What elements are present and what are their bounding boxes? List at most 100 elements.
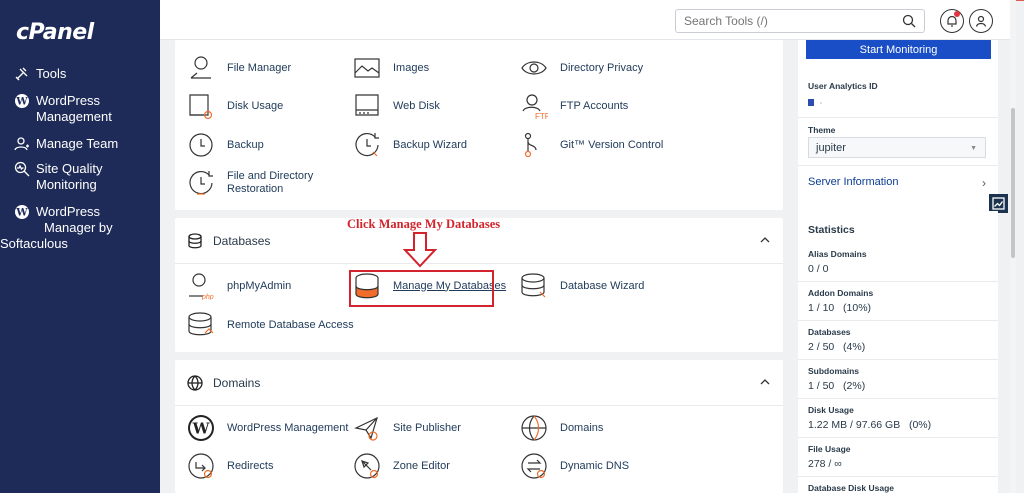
sidebar-item-label: WordPress Management <box>36 93 112 124</box>
stat-addon-domains: Addon Domains 1 / 10 (10%) <box>798 282 998 321</box>
files-section: File Manager Images Directory Privacy Di… <box>175 40 783 210</box>
domains-section: Domains W WordPress Management Site Publ… <box>175 360 783 493</box>
section-title: Domains <box>213 375 261 390</box>
tool-images[interactable]: Images <box>353 54 429 82</box>
theme-select[interactable]: jupiter ▼ <box>808 137 986 158</box>
theme-label: Theme <box>808 125 836 135</box>
stat-disk-usage: Disk Usage 1.22 MB / 97.66 GB (0%) <box>798 399 998 438</box>
user-analytics-value <box>808 99 988 106</box>
tools-icon <box>14 66 30 82</box>
tool-git-version-control[interactable]: Git™ Version Control <box>520 131 663 159</box>
user-menu-button[interactable] <box>969 9 993 33</box>
tool-disk-usage[interactable]: Disk Usage <box>187 92 283 120</box>
wordpress-icon: W <box>187 414 215 442</box>
web-disk-icon <box>353 92 381 120</box>
eye-icon <box>520 54 548 82</box>
tool-remote-database-access[interactable]: Remote Database Access <box>187 311 354 339</box>
wordpress-icon: W <box>14 93 30 109</box>
stat-subdomains: Subdomains 1 / 50 (2%) <box>798 360 998 399</box>
sidebar-item-label: Site Quality Monitoring <box>36 161 103 192</box>
tool-file-directory-restoration[interactable]: File and Directory Restoration <box>187 169 313 197</box>
top-bar <box>160 0 1016 40</box>
down-arrow-icon <box>403 232 437 268</box>
search-input[interactable] <box>684 14 884 28</box>
backup-icon <box>187 131 215 159</box>
sidebar-item-label: Manage Team <box>36 136 119 151</box>
svg-text:W: W <box>15 97 28 108</box>
tool-dynamic-dns[interactable]: Dynamic DNS <box>520 452 629 480</box>
analytics-id-masked <box>820 101 940 104</box>
analytics-tag-icon <box>808 99 814 106</box>
sidebar-item-label: Tools <box>36 66 67 81</box>
redirects-icon <box>187 452 215 480</box>
sidebar-item-site-quality-monitoring[interactable]: Site Quality Monitoring <box>14 161 102 193</box>
svg-text:php: php <box>201 294 214 300</box>
chevron-up-icon[interactable] <box>759 376 771 388</box>
scrollbar-thumb[interactable] <box>1011 108 1015 258</box>
chevron-up-icon[interactable] <box>759 234 771 246</box>
stat-alias-domains: Alias Domains 0 / 0 <box>798 243 998 282</box>
tool-web-disk[interactable]: Web Disk <box>353 92 440 120</box>
disk-usage-icon <box>187 92 215 120</box>
cpanel-logo[interactable]: cPanel <box>16 20 94 45</box>
instruction-annotation: Click Manage My Databases <box>347 217 501 231</box>
sidebar-item-label-continued: Softaculous <box>0 236 68 251</box>
tool-backup[interactable]: Backup <box>187 131 264 159</box>
user-analytics-label: User Analytics ID <box>808 81 878 91</box>
images-icon <box>353 54 381 82</box>
sidebar-item-label: WordPress Manager by <box>36 204 113 235</box>
globe-icon <box>187 374 203 391</box>
git-icon <box>520 131 548 159</box>
phpmyadmin-icon: php <box>187 272 215 300</box>
search-icon[interactable] <box>902 14 916 28</box>
stat-databases: Databases 2 / 50 (4%) <box>798 321 998 360</box>
monitoring-icon <box>14 161 30 177</box>
tool-zone-editor[interactable]: Zone Editor <box>353 452 450 480</box>
domains-icon <box>520 414 548 442</box>
sidebar-item-manage-team[interactable]: Manage Team <box>14 136 118 152</box>
trend-chart-icon <box>992 197 1005 210</box>
team-icon <box>14 136 30 152</box>
svg-text:W: W <box>192 420 211 438</box>
tool-backup-wizard[interactable]: Backup Wizard <box>353 131 467 159</box>
remote-database-icon <box>187 311 215 339</box>
tool-directory-privacy[interactable]: Directory Privacy <box>520 54 643 82</box>
tool-database-wizard[interactable]: Database Wizard <box>520 272 644 300</box>
file-manager-icon <box>187 54 215 82</box>
server-information-link[interactable]: Server Information <box>808 176 898 188</box>
sidebar-item-wordpress-manager-softaculous[interactable]: W WordPress Manager by <box>14 204 113 236</box>
site-publisher-icon <box>353 414 381 442</box>
search-tools-box[interactable] <box>675 9 925 33</box>
stat-file-usage: File Usage 278 / ∞ <box>798 438 998 477</box>
stat-database-disk-usage: Database Disk Usage <box>798 477 998 493</box>
sidebar-item-wordpress-management[interactable]: W WordPress Management <box>14 93 112 125</box>
tool-site-publisher[interactable]: Site Publisher <box>353 414 461 442</box>
zone-editor-icon <box>353 452 381 480</box>
tool-domains[interactable]: Domains <box>520 414 603 442</box>
tool-ftp-accounts[interactable]: FTP FTP Accounts <box>520 92 628 120</box>
tool-redirects[interactable]: Redirects <box>187 452 273 480</box>
statistics-title: Statistics <box>808 224 855 236</box>
database-icon <box>188 232 202 248</box>
svg-text:W: W <box>15 208 28 219</box>
theme-select-value: jupiter <box>816 142 846 154</box>
start-monitoring-button[interactable]: Start Monitoring <box>806 40 991 59</box>
backup-wizard-icon <box>353 131 381 159</box>
domains-section-header[interactable]: Domains <box>175 360 783 406</box>
chevron-right-icon[interactable]: › <box>982 176 986 190</box>
tool-wordpress-management[interactable]: W WordPress Management <box>187 414 348 442</box>
svg-text:FTP: FTP <box>535 112 548 120</box>
notifications-button[interactable] <box>940 9 964 33</box>
wordpress-icon: W <box>14 204 30 220</box>
sidebar: cPanel Tools W WordPress Management Manag… <box>0 0 160 493</box>
user-icon <box>975 15 987 27</box>
tool-phpmyadmin[interactable]: php phpMyAdmin <box>187 272 291 300</box>
caret-down-icon: ▼ <box>970 145 977 152</box>
dynamic-dns-icon <box>520 452 548 480</box>
database-wizard-icon <box>520 272 548 300</box>
notification-dot <box>954 11 960 17</box>
sidebar-item-tools[interactable]: Tools <box>14 66 66 82</box>
ftp-icon: FTP <box>520 92 548 120</box>
tool-file-manager[interactable]: File Manager <box>187 54 291 82</box>
highlight-box <box>349 270 494 307</box>
